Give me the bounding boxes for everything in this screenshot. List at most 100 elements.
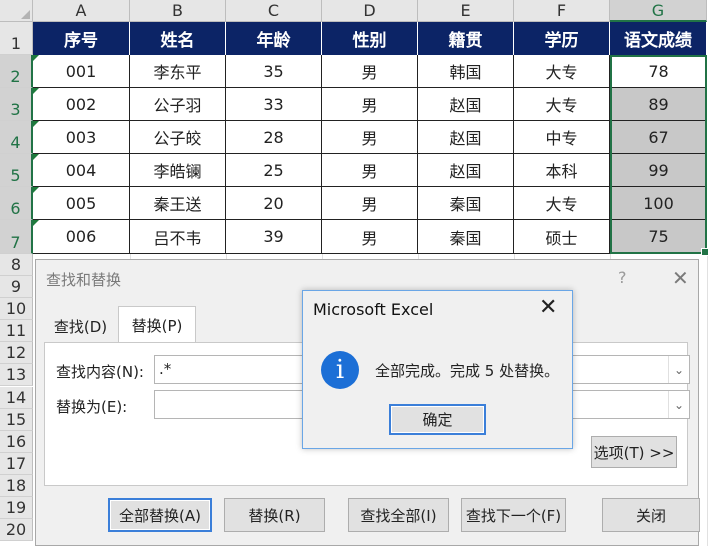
tab-replace[interactable]: 替换(P): [118, 306, 196, 344]
table-cell[interactable]: 男: [322, 220, 418, 254]
table-cell[interactable]: 公子皎: [130, 121, 226, 154]
table-header-cell: 籍贯: [418, 22, 514, 55]
score-cell[interactable]: 89: [610, 88, 707, 121]
table-cell[interactable]: 006: [33, 220, 130, 254]
table-cell[interactable]: 硕士: [514, 220, 610, 254]
score-cell[interactable]: 99: [610, 154, 707, 187]
find-next-button[interactable]: 查找下一个(F): [461, 498, 566, 532]
column-header-d[interactable]: D: [322, 0, 418, 22]
table-cell[interactable]: 男: [322, 121, 418, 154]
table-cell[interactable]: 39: [226, 220, 322, 254]
row-header-17[interactable]: 17: [0, 453, 33, 475]
table-cell[interactable]: 吕不韦: [130, 220, 226, 254]
table-cell[interactable]: 大专: [514, 55, 610, 88]
table-cell[interactable]: 秦王送: [130, 187, 226, 220]
table-cell[interactable]: 韩国: [418, 55, 514, 88]
row-header-14[interactable]: 14: [0, 387, 33, 409]
table-cell[interactable]: 男: [322, 187, 418, 220]
row-header-1[interactable]: 1: [0, 22, 33, 55]
table-cell[interactable]: 003: [33, 121, 130, 154]
table-cell[interactable]: 赵国: [418, 154, 514, 187]
tab-find[interactable]: 查找(D): [44, 310, 117, 343]
table-header-cell: 年龄: [226, 22, 322, 55]
row-header-20[interactable]: 20: [0, 519, 33, 541]
gridline: [707, 254, 708, 546]
row-header-15[interactable]: 15: [0, 409, 33, 431]
row-header-18[interactable]: 18: [0, 475, 33, 497]
table-cell[interactable]: 20: [226, 187, 322, 220]
table-cell[interactable]: 002: [33, 88, 130, 121]
help-button[interactable]: ?: [618, 268, 627, 287]
ok-button[interactable]: 确定: [389, 404, 486, 435]
table-cell[interactable]: 中专: [514, 121, 610, 154]
table-cell[interactable]: 001: [33, 55, 130, 88]
close-button[interactable]: 关闭: [602, 498, 700, 532]
table-cell[interactable]: 005: [33, 187, 130, 220]
row-header-4[interactable]: 4: [0, 121, 33, 154]
score-cell[interactable]: 75: [610, 220, 707, 254]
table-cell[interactable]: 本科: [514, 154, 610, 187]
table-cell[interactable]: 004: [33, 154, 130, 187]
chevron-down-icon: ⌄: [673, 362, 685, 377]
info-icon: i: [321, 351, 359, 389]
replace-with-label: 替换为(E):: [56, 398, 128, 416]
select-all-corner[interactable]: [0, 0, 33, 22]
message-box-body: i 全部完成。完成 5 处替换。 确定: [303, 331, 572, 448]
replace-history-dropdown[interactable]: ⌄: [668, 391, 689, 418]
row-header-12[interactable]: 12: [0, 342, 33, 364]
text-number-warning-icon: [33, 187, 39, 193]
chevron-down-icon: ⌄: [673, 397, 685, 412]
find-history-dropdown[interactable]: ⌄: [668, 356, 689, 383]
table-cell[interactable]: 秦国: [418, 220, 514, 254]
column-header-b[interactable]: B: [130, 0, 226, 22]
row-header-7[interactable]: 7: [0, 220, 33, 254]
table-header-cell: 姓名: [130, 22, 226, 55]
table-cell[interactable]: 大专: [514, 187, 610, 220]
row-header-9[interactable]: 9: [0, 276, 33, 298]
row-header-5[interactable]: 5: [0, 154, 33, 187]
table-cell[interactable]: 公子羽: [130, 88, 226, 121]
find-what-label: 查找内容(N):: [56, 363, 144, 381]
score-cell[interactable]: 100: [610, 187, 707, 220]
table-cell[interactable]: 男: [322, 154, 418, 187]
column-header-a[interactable]: A: [33, 0, 130, 22]
table-header-cell: 序号: [33, 22, 130, 55]
column-header-g[interactable]: G: [610, 0, 707, 22]
row-header-11[interactable]: 11: [0, 320, 33, 342]
close-icon[interactable]: ✕: [672, 266, 689, 290]
message-text: 全部完成。完成 5 处替换。: [375, 362, 560, 380]
table-cell[interactable]: 李皓镧: [130, 154, 226, 187]
table-header-cell: 性别: [322, 22, 418, 55]
score-cell[interactable]: 78: [610, 55, 707, 88]
column-header-f[interactable]: F: [514, 0, 610, 22]
row-header-8[interactable]: 8: [0, 254, 33, 276]
replace-all-button[interactable]: 全部替换(A): [108, 498, 212, 532]
row-header-3[interactable]: 3: [0, 88, 33, 121]
row-header-16[interactable]: 16: [0, 431, 33, 453]
row-header-2[interactable]: 2: [0, 55, 33, 88]
table-cell[interactable]: 男: [322, 55, 418, 88]
table-cell[interactable]: 赵国: [418, 121, 514, 154]
row-header-19[interactable]: 19: [0, 497, 33, 519]
find-all-button[interactable]: 查找全部(I): [348, 498, 449, 532]
row-header-13[interactable]: 13: [0, 364, 33, 386]
close-icon[interactable]: ✕: [539, 295, 557, 320]
table-cell[interactable]: 秦国: [418, 187, 514, 220]
text-number-warning-icon: [33, 154, 39, 160]
table-cell[interactable]: 35: [226, 55, 322, 88]
column-header-c[interactable]: C: [226, 0, 322, 22]
row-header-6[interactable]: 6: [0, 187, 33, 220]
table-cell[interactable]: 大专: [514, 88, 610, 121]
row-header-10[interactable]: 10: [0, 298, 33, 320]
table-cell[interactable]: 男: [322, 88, 418, 121]
select-all-triangle-icon: [21, 10, 30, 19]
table-cell[interactable]: 赵国: [418, 88, 514, 121]
replace-button[interactable]: 替换(R): [224, 498, 325, 532]
table-cell[interactable]: 33: [226, 88, 322, 121]
table-cell[interactable]: 25: [226, 154, 322, 187]
column-header-e[interactable]: E: [418, 0, 514, 22]
table-cell[interactable]: 28: [226, 121, 322, 154]
options-button[interactable]: 选项(T) >>: [591, 436, 677, 468]
score-cell[interactable]: 67: [610, 121, 707, 154]
table-cell[interactable]: 李东平: [130, 55, 226, 88]
